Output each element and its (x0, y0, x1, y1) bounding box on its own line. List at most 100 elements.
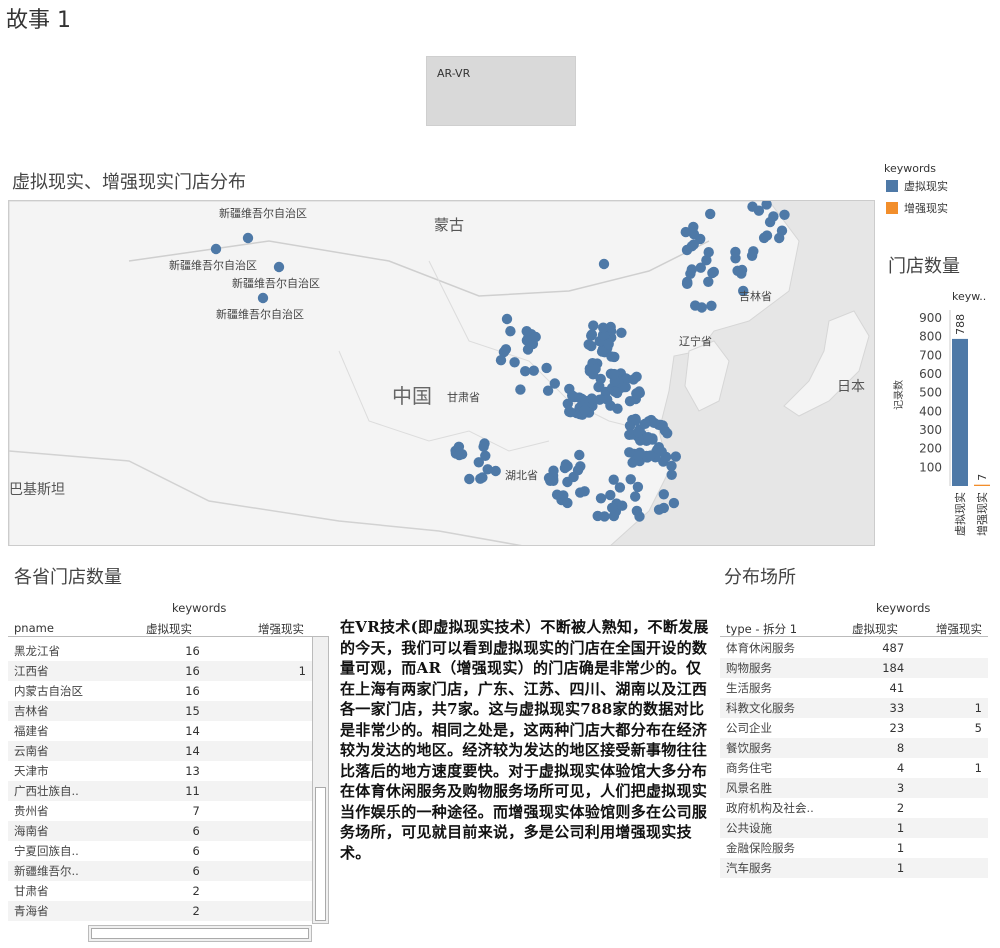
table-row[interactable]: 金融保险服务 1 (720, 838, 988, 858)
province-vertical-scrollbar[interactable] (312, 636, 329, 924)
table-row[interactable]: 购物服务 184 (720, 658, 988, 678)
province-col-name[interactable]: pname (14, 621, 54, 635)
store-dot[interactable] (606, 351, 617, 362)
store-dot[interactable] (257, 292, 269, 304)
table-row[interactable]: 生活服务 41 (720, 678, 988, 698)
table-row[interactable]: 黑龙江省 16 (8, 641, 312, 661)
store-dot[interactable] (779, 209, 790, 220)
venue-col-ar[interactable]: 增强现实 (936, 621, 982, 637)
store-dot[interactable] (515, 384, 526, 395)
store-dot[interactable] (482, 464, 493, 475)
story-point-button[interactable]: AR-VR (426, 56, 576, 126)
store-dot[interactable] (695, 262, 706, 273)
store-dot[interactable] (595, 493, 607, 504)
table-row[interactable]: 贵州省 7 (8, 801, 312, 821)
store-dot[interactable] (210, 243, 222, 255)
table-row[interactable]: 商务住宅 4 1 (720, 758, 988, 778)
store-dot[interactable] (686, 264, 697, 275)
store-dot[interactable] (730, 246, 741, 258)
table-row[interactable]: 餐饮服务 8 (720, 738, 988, 758)
store-dot[interactable] (530, 331, 541, 343)
store-dot[interactable] (705, 208, 716, 220)
table-row[interactable]: 云南省 14 (8, 741, 312, 761)
venue-col-vr[interactable]: 虚拟现实 (852, 621, 898, 637)
store-dot[interactable] (630, 413, 641, 425)
store-dot[interactable] (624, 447, 635, 458)
store-dot[interactable] (545, 475, 556, 486)
store-dot[interactable] (746, 250, 758, 261)
store-dot[interactable] (605, 489, 616, 501)
store-dot[interactable] (632, 481, 644, 493)
legend-item-vr[interactable]: 虚拟现实 (886, 178, 948, 194)
store-dot[interactable] (473, 457, 484, 468)
store-dot[interactable] (495, 355, 507, 366)
store-count-chart[interactable]: 记录数 100 200 300 400 500 600 700 800 900 788 虚拟现实 7… (880, 300, 995, 554)
store-dot[interactable] (656, 446, 667, 457)
store-map[interactable]: 蒙古 中国 日本 巴基斯坦 甘肃省 湖北省 辽宁省 吉林省 新疆维吾尔自治区 新… (8, 200, 875, 546)
store-dot[interactable] (642, 432, 654, 443)
store-dot[interactable] (542, 385, 554, 396)
store-dot[interactable] (631, 505, 643, 517)
store-dot[interactable] (611, 387, 623, 399)
store-dot[interactable] (456, 449, 468, 460)
store-dot[interactable] (242, 232, 254, 244)
store-dot[interactable] (598, 322, 609, 333)
store-dot[interactable] (595, 373, 606, 385)
store-dot[interactable] (670, 451, 681, 462)
store-dot[interactable] (658, 502, 669, 514)
store-dot[interactable] (658, 489, 669, 500)
store-dot[interactable] (586, 329, 598, 340)
store-dot[interactable] (753, 205, 765, 216)
store-dot[interactable] (583, 339, 594, 350)
store-dot[interactable] (633, 426, 644, 438)
store-dot[interactable] (478, 441, 489, 452)
store-dot[interactable] (625, 474, 636, 485)
store-dot[interactable] (703, 247, 714, 258)
store-dot[interactable] (668, 497, 680, 509)
store-dot[interactable] (572, 465, 584, 476)
venue-col-type[interactable]: type - 拆分 1 (726, 621, 797, 637)
store-dot[interactable] (774, 232, 785, 244)
store-dot[interactable] (630, 491, 641, 502)
table-row[interactable]: 公共设施 1 (720, 818, 988, 838)
map-canvas[interactable]: 蒙古 中国 日本 巴基斯坦 甘肃省 湖北省 辽宁省 吉林省 新疆维吾尔自治区 新… (9, 201, 875, 546)
table-row[interactable]: 汽车服务 1 (720, 858, 988, 878)
store-dot[interactable] (509, 357, 520, 368)
store-dot[interactable] (598, 258, 610, 270)
store-dot[interactable] (574, 449, 585, 461)
store-dot[interactable] (681, 244, 693, 256)
store-dot[interactable] (706, 300, 717, 311)
store-dot[interactable] (648, 417, 660, 428)
store-dot[interactable] (609, 368, 620, 380)
table-row[interactable]: 公司企业 23 5 (720, 718, 988, 738)
store-dot[interactable] (607, 502, 618, 513)
store-dot[interactable] (520, 366, 531, 377)
table-row[interactable]: 天津市 13 (8, 761, 312, 781)
store-dot[interactable] (768, 211, 779, 222)
store-dot[interactable] (588, 320, 599, 331)
table-row[interactable]: 宁夏回族自.. 6 (8, 841, 312, 861)
legend-item-ar[interactable]: 增强现实 (886, 200, 948, 216)
store-dot[interactable] (500, 344, 512, 355)
table-row[interactable]: 江西省 16 1 (8, 661, 312, 681)
store-dot[interactable] (645, 450, 656, 461)
store-dot[interactable] (639, 418, 651, 429)
province-col-vr[interactable]: 虚拟现实 (146, 621, 192, 637)
store-dot[interactable] (541, 362, 552, 374)
store-dot[interactable] (732, 265, 743, 276)
store-dot[interactable] (605, 400, 616, 411)
bar-1[interactable] (974, 484, 990, 486)
venue-table-body[interactable]: 体育休闲服务 487 购物服务 184 生活服务 41 科教文化服务 33 1 公司企业 23 5 餐饮… (720, 636, 988, 878)
store-dot[interactable] (603, 338, 614, 350)
store-dot[interactable] (631, 388, 642, 399)
store-dot[interactable] (708, 266, 719, 278)
table-row[interactable]: 甘肃省 2 (8, 881, 312, 901)
table-row[interactable]: 新疆维吾尔.. 6 (8, 861, 312, 881)
province-col-ar[interactable]: 增强现实 (258, 621, 304, 637)
bar-0[interactable] (952, 338, 968, 486)
store-dot[interactable] (594, 394, 605, 405)
table-row[interactable]: 青海省 2 (8, 901, 312, 921)
store-dot[interactable] (761, 230, 773, 241)
store-dot[interactable] (688, 221, 699, 233)
province-scrollbar-thumb[interactable] (315, 787, 326, 921)
